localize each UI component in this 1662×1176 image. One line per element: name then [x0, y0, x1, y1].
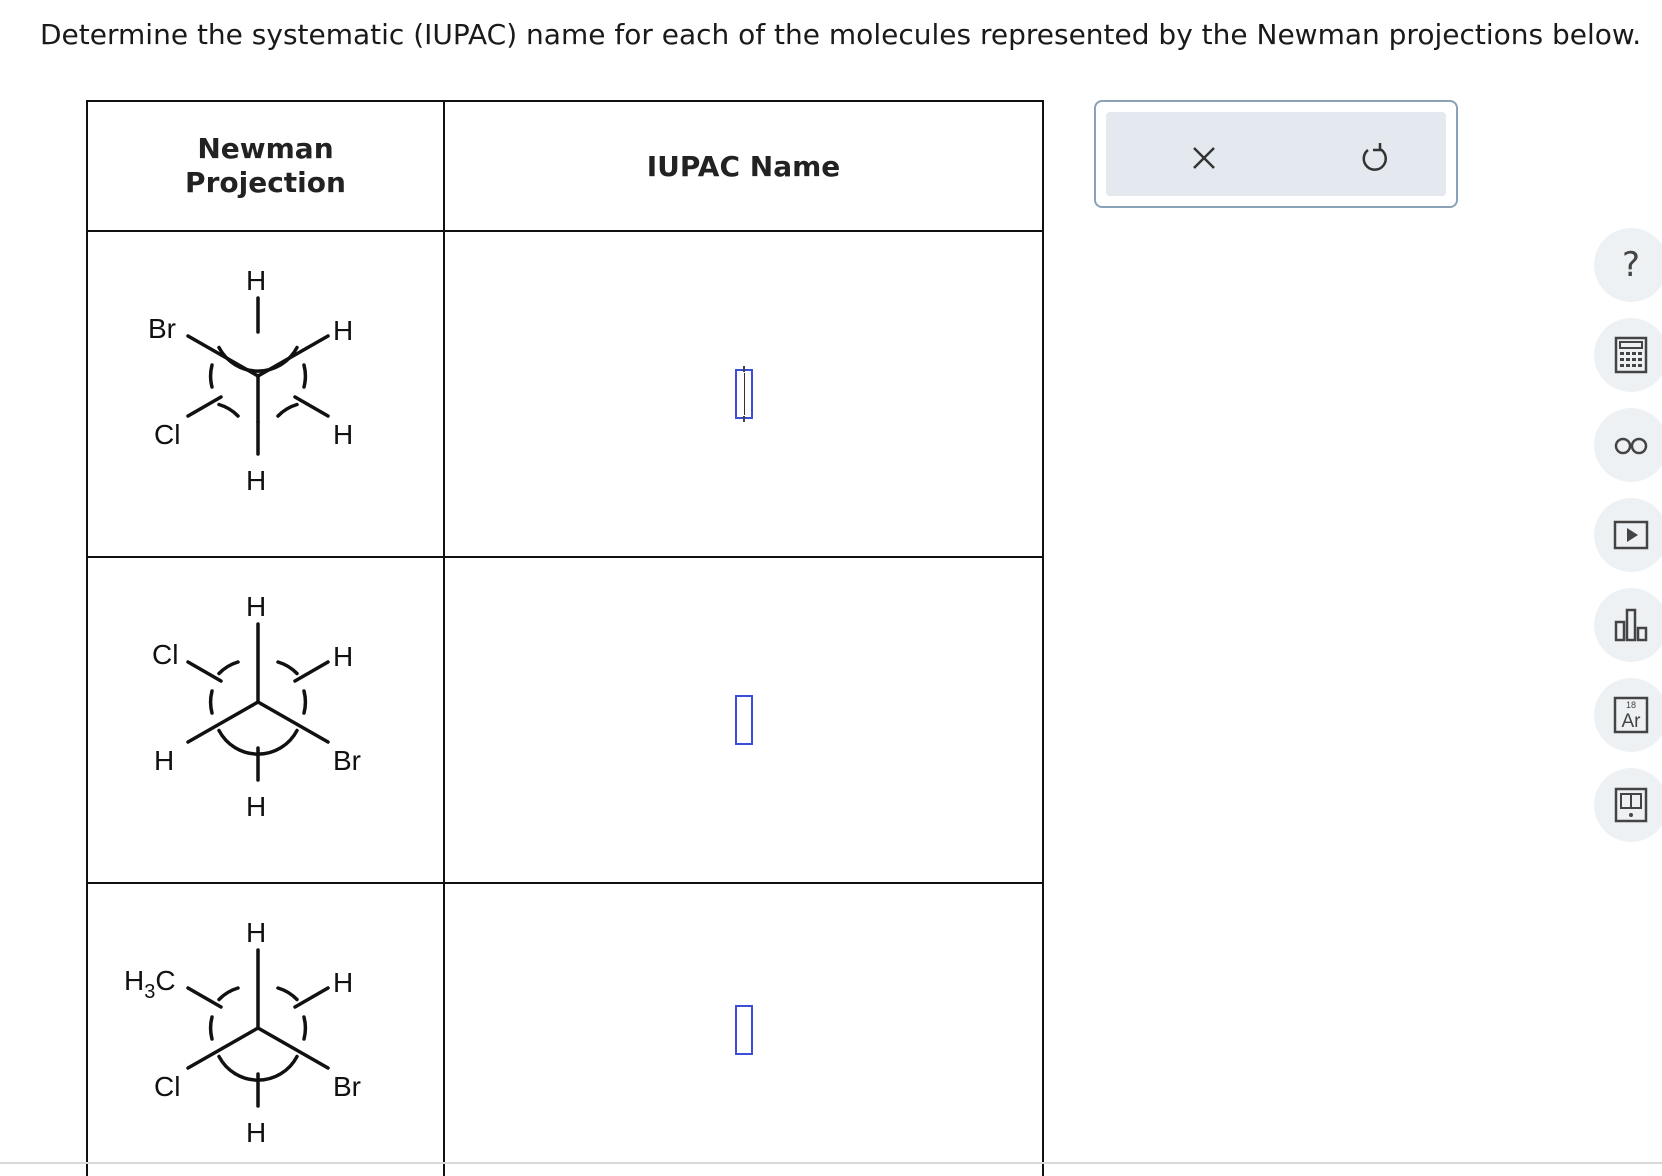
bottom-divider [0, 1162, 1662, 1164]
calculator-button[interactable] [1594, 318, 1662, 392]
substituent-label-methyl: H3C [124, 965, 176, 1003]
substituent-label: H [246, 265, 266, 296]
substituent-label: Cl [152, 639, 178, 670]
ring-arc-tl [217, 660, 240, 676]
substituent-label: H [246, 791, 266, 822]
undo-arrow-icon [1362, 143, 1387, 171]
ring-arc-right [302, 689, 308, 715]
atomic-number: 18 [1626, 700, 1636, 710]
newman-projection-1: H Br H Cl H H [148, 265, 353, 496]
substituent-label: Br [333, 745, 361, 776]
table-header-row: Newman Projection IUPAC Name [86, 100, 1044, 232]
back-bond-ul [186, 660, 223, 683]
substituent-label: Br [148, 313, 176, 344]
substituent-label: H [246, 465, 266, 496]
iupac-name-input[interactable] [734, 695, 753, 745]
ring-arc-tr [276, 986, 299, 1002]
substituent-label: Br [333, 1071, 361, 1102]
video-button[interactable] [1594, 498, 1662, 572]
ring-arc-bl [217, 402, 240, 418]
substituent-label: H [333, 315, 353, 346]
newman-projection-cell: H Br H Cl H H [86, 230, 445, 558]
newman-projection-2: H Cl H H Br H [152, 591, 361, 822]
ring-arc-left [208, 1015, 214, 1041]
newman-table-container: Newman Projection IUPAC Name H Br H Cl H… [86, 100, 1044, 1176]
table-row: H H3C H Cl Br H [86, 882, 1044, 1176]
help-button[interactable]: ? [1594, 228, 1662, 302]
periodic-table-icon: 18 Ar [1613, 696, 1649, 734]
iupac-name-cell [443, 556, 1044, 884]
close-x-icon [1193, 147, 1215, 169]
substituent-label: H [154, 745, 174, 776]
ring-arc-br [276, 402, 299, 418]
question-prompt: Determine the systematic (IUPAC) name fo… [40, 18, 1642, 51]
back-bond-ur [293, 986, 330, 1009]
bar-chart-icon [1614, 608, 1648, 642]
iupac-name-input[interactable] [734, 1005, 753, 1055]
substituent-label: H [246, 591, 266, 622]
newman-table: Newman Projection IUPAC Name H Br H Cl H… [86, 100, 1044, 1176]
clear-answer-button[interactable] [1186, 140, 1222, 176]
header-line-1: Newman [197, 132, 334, 165]
front-bond-ul [186, 334, 260, 378]
header-iupac-name: IUPAC Name [443, 100, 1044, 232]
reading-glasses-button[interactable] [1594, 408, 1662, 482]
back-bond-ur [293, 660, 330, 683]
help-icon: ? [1621, 245, 1641, 285]
textbook-icon [1614, 787, 1648, 823]
front-bond-ur [256, 334, 330, 378]
video-icon [1613, 520, 1649, 550]
newman-projection-3: H H3C H Cl Br H [124, 917, 361, 1148]
substituent-label: H [333, 967, 353, 998]
answer-action-panel [1094, 100, 1458, 208]
substituent-label: H [333, 419, 353, 450]
ring-arc-left [208, 689, 214, 715]
answer-action-bar [1106, 112, 1446, 196]
calculator-icon [1614, 336, 1648, 374]
ring-arc-tl [217, 986, 240, 1002]
undo-answer-button[interactable] [1356, 140, 1392, 176]
substituent-label: H [333, 641, 353, 672]
substituent-label: H [246, 917, 266, 948]
ring-arc-tr [276, 660, 299, 676]
header-line-2: Projection [185, 166, 346, 199]
data-chart-button[interactable] [1594, 588, 1662, 662]
substituent-label: H [246, 1117, 266, 1148]
table-row: H Cl H H Br H [86, 556, 1044, 884]
iupac-name-input[interactable] [734, 366, 753, 422]
back-bond-dr [293, 395, 330, 418]
ring-arc-right [302, 363, 308, 389]
back-bond-dl [186, 395, 223, 418]
newman-projection-cell: H Cl H H Br H [86, 556, 445, 884]
iupac-name-cell [443, 882, 1044, 1176]
table-row: H Br H Cl H H [86, 230, 1044, 558]
textbook-button[interactable] [1594, 768, 1662, 842]
text-caret [743, 373, 745, 415]
ring-arc-left [208, 363, 214, 389]
ring-arc-right [302, 1015, 308, 1041]
back-bond-ul [186, 986, 223, 1009]
periodic-table-button[interactable]: 18 Ar [1594, 678, 1662, 752]
glasses-icon [1614, 437, 1648, 455]
substituent-label: Cl [154, 1071, 180, 1102]
substituent-label: Cl [154, 419, 180, 450]
header-newman-projection: Newman Projection [86, 100, 445, 232]
element-symbol: Ar [1622, 711, 1642, 732]
newman-projection-cell: H H3C H Cl Br H [86, 882, 445, 1176]
iupac-name-cell [443, 230, 1044, 558]
